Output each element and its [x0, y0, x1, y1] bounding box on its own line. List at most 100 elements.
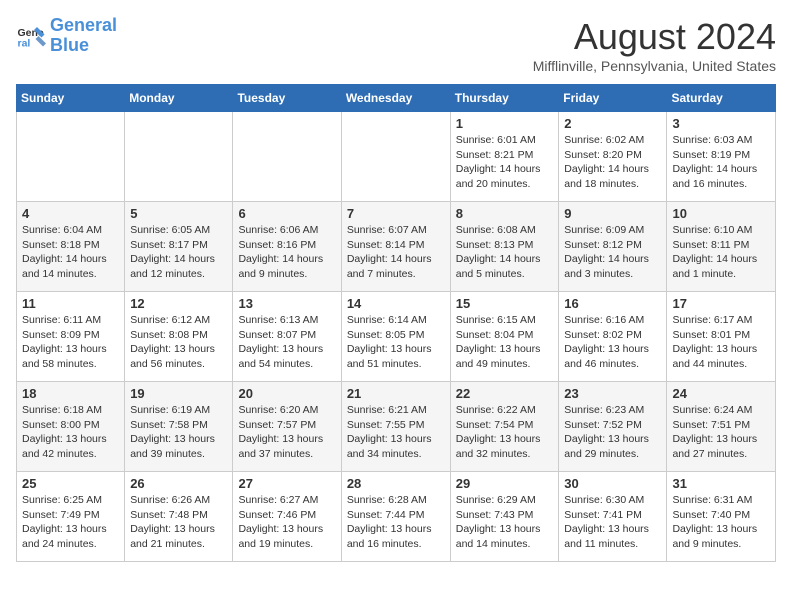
day-info: Sunrise: 6:07 AM Sunset: 8:14 PM Dayligh… [347, 223, 445, 282]
calendar-cell: 17 Sunrise: 6:17 AM Sunset: 8:01 PM Dayli… [667, 292, 776, 382]
week-row-4: 25 Sunrise: 6:25 AM Sunset: 7:49 PM Dayli… [17, 472, 776, 562]
day-number: 4 [22, 206, 119, 221]
day-number: 25 [22, 476, 119, 491]
header-day-tuesday: Tuesday [233, 85, 341, 112]
day-number: 13 [238, 296, 335, 311]
day-info: Sunrise: 6:28 AM Sunset: 7:44 PM Dayligh… [347, 493, 445, 552]
day-info: Sunrise: 6:23 AM Sunset: 7:52 PM Dayligh… [564, 403, 661, 462]
calendar-cell: 5Sunrise: 6:05 AM Sunset: 8:17 PM Daylig… [125, 202, 233, 292]
day-info: Sunrise: 6:21 AM Sunset: 7:55 PM Dayligh… [347, 403, 445, 462]
day-number: 16 [564, 296, 661, 311]
day-info: Sunrise: 6:26 AM Sunset: 7:48 PM Dayligh… [130, 493, 227, 552]
day-info: Sunrise: 6:29 AM Sunset: 7:43 PM Dayligh… [456, 493, 554, 552]
calendar-cell: 12Sunrise: 6:12 AM Sunset: 8:08 PM Dayli… [125, 292, 233, 382]
day-info: Sunrise: 6:11 AM Sunset: 8:09 PM Dayligh… [22, 313, 119, 372]
logo-icon: Gene ral [16, 21, 46, 51]
calendar-cell: 11 Sunrise: 6:11 AM Sunset: 8:09 PM Dayli… [17, 292, 125, 382]
day-info: Sunrise: 6:27 AM Sunset: 7:46 PM Dayligh… [238, 493, 335, 552]
day-info: Sunrise: 6:05 AM Sunset: 8:17 PM Dayligh… [130, 223, 227, 282]
day-number: 11 [22, 296, 119, 311]
day-number: 31 [672, 476, 770, 491]
day-info: Sunrise: 6:03 AM Sunset: 8:19 PM Dayligh… [672, 133, 770, 192]
day-number: 21 [347, 386, 445, 401]
header-day-friday: Friday [559, 85, 667, 112]
calendar-cell: 8 Sunrise: 6:08 AM Sunset: 8:13 PM Daylig… [450, 202, 559, 292]
day-number: 7 [347, 206, 445, 221]
calendar-cell: 1 Sunrise: 6:01 AM Sunset: 8:21 PM Daylig… [450, 112, 559, 202]
day-number: 28 [347, 476, 445, 491]
calendar-cell: 26 Sunrise: 6:26 AM Sunset: 7:48 PM Dayli… [125, 472, 233, 562]
day-info: Sunrise: 6:15 AM Sunset: 8:04 PM Dayligh… [456, 313, 554, 372]
day-number: 2 [564, 116, 661, 131]
header-day-wednesday: Wednesday [341, 85, 450, 112]
title-block: August 2024 Mifflinville, Pennsylvania, … [533, 16, 776, 74]
day-info: Sunrise: 6:12 AM Sunset: 8:08 PM Dayligh… [130, 313, 227, 372]
day-info: Sunrise: 6:16 AM Sunset: 8:02 PM Dayligh… [564, 313, 661, 372]
header-row: SundayMondayTuesdayWednesdayThursdayFrid… [17, 85, 776, 112]
day-number: 1 [456, 116, 554, 131]
calendar-cell: 21 Sunrise: 6:21 AM Sunset: 7:55 PM Dayli… [341, 382, 450, 472]
calendar-cell: 20 Sunrise: 6:20 AM Sunset: 7:57 PM Dayli… [233, 382, 341, 472]
calendar-cell: 31Sunrise: 6:31 AM Sunset: 7:40 PM Dayli… [667, 472, 776, 562]
day-number: 30 [564, 476, 661, 491]
day-number: 23 [564, 386, 661, 401]
day-info: Sunrise: 6:10 AM Sunset: 8:11 PM Dayligh… [672, 223, 770, 282]
week-row-0: 1 Sunrise: 6:01 AM Sunset: 8:21 PM Daylig… [17, 112, 776, 202]
day-number: 22 [456, 386, 554, 401]
day-info: Sunrise: 6:14 AM Sunset: 8:05 PM Dayligh… [347, 313, 445, 372]
calendar-cell: 9Sunrise: 6:09 AM Sunset: 8:12 PM Daylig… [559, 202, 667, 292]
location: Mifflinville, Pennsylvania, United State… [533, 58, 776, 74]
day-info: Sunrise: 6:13 AM Sunset: 8:07 PM Dayligh… [238, 313, 335, 372]
calendar-cell: 23 Sunrise: 6:23 AM Sunset: 7:52 PM Dayli… [559, 382, 667, 472]
calendar-cell: 3 Sunrise: 6:03 AM Sunset: 8:19 PM Daylig… [667, 112, 776, 202]
week-row-3: 18 Sunrise: 6:18 AM Sunset: 8:00 PM Dayli… [17, 382, 776, 472]
calendar-cell: 30 Sunrise: 6:30 AM Sunset: 7:41 PM Dayli… [559, 472, 667, 562]
day-number: 20 [238, 386, 335, 401]
day-number: 8 [456, 206, 554, 221]
page-header: Gene ral General Blue August 2024 Miffli… [16, 16, 776, 74]
day-number: 15 [456, 296, 554, 311]
day-info: Sunrise: 6:30 AM Sunset: 7:41 PM Dayligh… [564, 493, 661, 552]
day-info: Sunrise: 6:25 AM Sunset: 7:49 PM Dayligh… [22, 493, 119, 552]
day-info: Sunrise: 6:22 AM Sunset: 7:54 PM Dayligh… [456, 403, 554, 462]
day-info: Sunrise: 6:06 AM Sunset: 8:16 PM Dayligh… [238, 223, 335, 282]
day-number: 10 [672, 206, 770, 221]
calendar-cell [233, 112, 341, 202]
week-row-2: 11 Sunrise: 6:11 AM Sunset: 8:09 PM Dayli… [17, 292, 776, 382]
day-info: Sunrise: 6:09 AM Sunset: 8:12 PM Dayligh… [564, 223, 661, 282]
week-row-1: 4 Sunrise: 6:04 AM Sunset: 8:18 PM Daylig… [17, 202, 776, 292]
calendar-cell [17, 112, 125, 202]
day-number: 3 [672, 116, 770, 131]
day-info: Sunrise: 6:04 AM Sunset: 8:18 PM Dayligh… [22, 223, 119, 282]
calendar-cell: 28 Sunrise: 6:28 AM Sunset: 7:44 PM Dayli… [341, 472, 450, 562]
svg-text:ral: ral [18, 37, 31, 49]
calendar-cell: 6Sunrise: 6:06 AM Sunset: 8:16 PM Daylig… [233, 202, 341, 292]
day-info: Sunrise: 6:24 AM Sunset: 7:51 PM Dayligh… [672, 403, 770, 462]
day-info: Sunrise: 6:01 AM Sunset: 8:21 PM Dayligh… [456, 133, 554, 192]
calendar-cell: 24Sunrise: 6:24 AM Sunset: 7:51 PM Dayli… [667, 382, 776, 472]
month-title: August 2024 [533, 16, 776, 58]
day-number: 18 [22, 386, 119, 401]
day-info: Sunrise: 6:18 AM Sunset: 8:00 PM Dayligh… [22, 403, 119, 462]
calendar-cell: 7 Sunrise: 6:07 AM Sunset: 8:14 PM Daylig… [341, 202, 450, 292]
day-number: 26 [130, 476, 227, 491]
calendar-cell: 4 Sunrise: 6:04 AM Sunset: 8:18 PM Daylig… [17, 202, 125, 292]
header-day-monday: Monday [125, 85, 233, 112]
logo: Gene ral General Blue [16, 16, 117, 56]
day-info: Sunrise: 6:20 AM Sunset: 7:57 PM Dayligh… [238, 403, 335, 462]
day-number: 27 [238, 476, 335, 491]
calendar-cell [125, 112, 233, 202]
header-day-sunday: Sunday [17, 85, 125, 112]
logo-text: General Blue [50, 16, 117, 56]
calendar-table: SundayMondayTuesdayWednesdayThursdayFrid… [16, 84, 776, 562]
day-number: 19 [130, 386, 227, 401]
calendar-cell [341, 112, 450, 202]
calendar-cell: 14Sunrise: 6:14 AM Sunset: 8:05 PM Dayli… [341, 292, 450, 382]
calendar-cell: 27 Sunrise: 6:27 AM Sunset: 7:46 PM Dayli… [233, 472, 341, 562]
calendar-cell: 29Sunrise: 6:29 AM Sunset: 7:43 PM Dayli… [450, 472, 559, 562]
calendar-cell: 10 Sunrise: 6:10 AM Sunset: 8:11 PM Dayli… [667, 202, 776, 292]
day-info: Sunrise: 6:08 AM Sunset: 8:13 PM Dayligh… [456, 223, 554, 282]
calendar-cell: 16 Sunrise: 6:16 AM Sunset: 8:02 PM Dayli… [559, 292, 667, 382]
day-info: Sunrise: 6:17 AM Sunset: 8:01 PM Dayligh… [672, 313, 770, 372]
day-number: 17 [672, 296, 770, 311]
